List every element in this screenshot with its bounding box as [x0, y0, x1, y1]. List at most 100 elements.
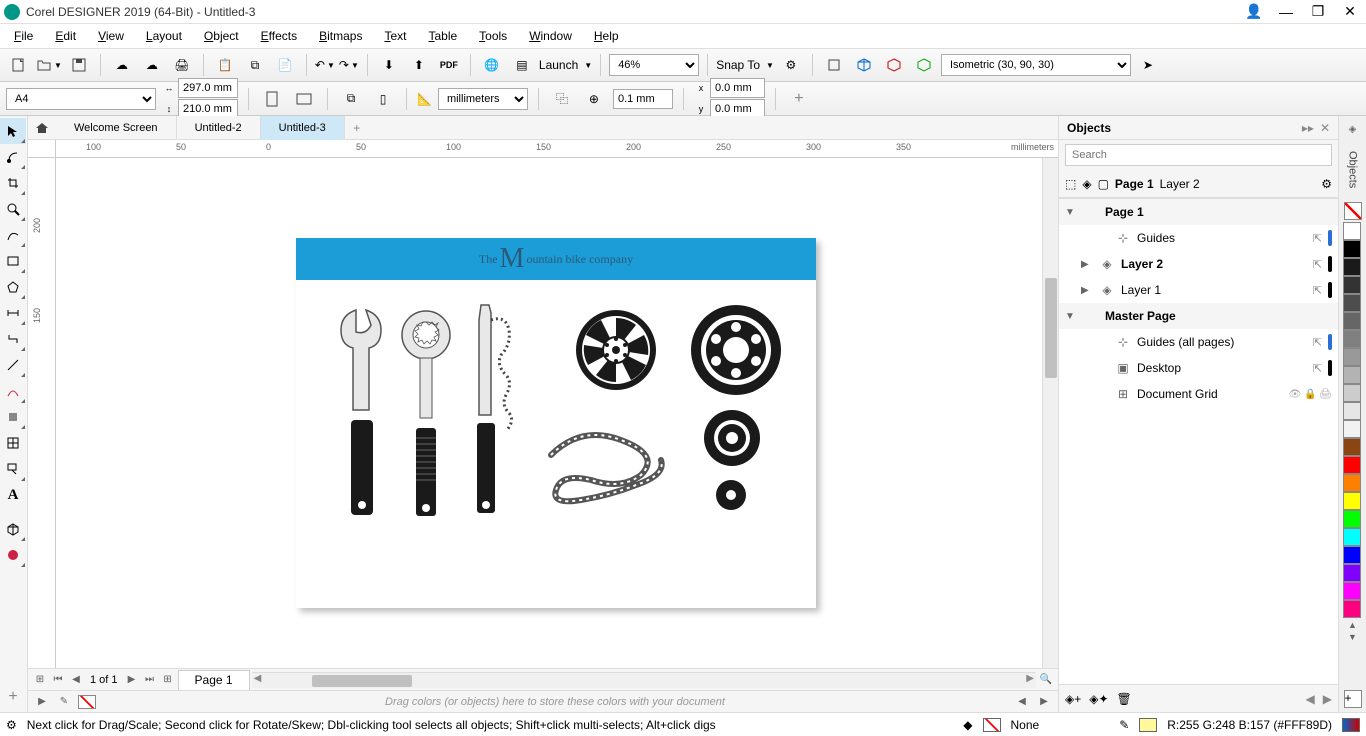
- toggle-button[interactable]: ▤: [509, 52, 535, 78]
- color-swatch[interactable]: [1343, 600, 1361, 618]
- cursor-icon[interactable]: ➤: [1135, 52, 1161, 78]
- crop-tool[interactable]: [0, 170, 26, 196]
- vertical-scrollbar[interactable]: [1042, 158, 1058, 668]
- menu-view[interactable]: View: [88, 27, 134, 45]
- dup-x-input[interactable]: [710, 78, 765, 98]
- no-color-swatch[interactable]: [78, 695, 96, 709]
- menu-edit[interactable]: Edit: [45, 27, 86, 45]
- color-swatch[interactable]: [1343, 240, 1361, 258]
- export-button[interactable]: ⬆: [406, 52, 432, 78]
- new-layer-button[interactable]: ◈+: [1065, 692, 1081, 706]
- menu-layout[interactable]: Layout: [136, 27, 192, 45]
- undo-button[interactable]: ↶▼: [315, 58, 335, 72]
- breadcrumb-layer[interactable]: Layer 2: [1160, 177, 1200, 191]
- paste-button[interactable]: 📄: [272, 52, 298, 78]
- shape-tool[interactable]: [0, 144, 26, 170]
- line-tool[interactable]: [0, 352, 26, 378]
- user-icon[interactable]: 👤: [1242, 2, 1266, 22]
- tree-item[interactable]: ▶◈Layer 1⇱: [1059, 277, 1338, 303]
- launch-dropdown[interactable]: Launch ▼: [539, 58, 592, 72]
- options-button[interactable]: ⚙: [778, 52, 804, 78]
- menu-window[interactable]: Window: [519, 27, 582, 45]
- rectangle-tool[interactable]: [0, 248, 26, 274]
- docker-collapse-button[interactable]: ▸▸: [1302, 121, 1314, 135]
- color-swatch[interactable]: [1343, 348, 1361, 366]
- tree-item[interactable]: ⊞Document Grid👁 🔒 🖨: [1059, 381, 1338, 407]
- docker-close-button[interactable]: ✕: [1320, 121, 1330, 135]
- connector-tool[interactable]: [0, 326, 26, 352]
- palette-prev-button[interactable]: ◀: [1014, 694, 1030, 710]
- page-artboard[interactable]: The M ountain bike company: [296, 238, 816, 608]
- page-size-select[interactable]: A4: [6, 88, 156, 110]
- canvas[interactable]: The M ountain bike company: [56, 158, 1058, 668]
- page-tab[interactable]: Page 1: [178, 670, 250, 690]
- zoom-fit-button[interactable]: 🔍: [1038, 672, 1054, 688]
- minimize-button[interactable]: —: [1274, 2, 1298, 22]
- layers-icon[interactable]: ◈: [1082, 177, 1091, 191]
- current-page-button[interactable]: ▯: [370, 86, 396, 112]
- color-swatch[interactable]: [1343, 420, 1361, 438]
- polygon-tool[interactable]: [0, 274, 26, 300]
- color-swatch[interactable]: [1343, 366, 1361, 384]
- new-button[interactable]: [6, 52, 32, 78]
- callout-tool[interactable]: [0, 456, 26, 482]
- menu-effects[interactable]: Effects: [251, 27, 307, 45]
- freehand-tool[interactable]: [0, 222, 26, 248]
- objects-tab[interactable]: Objects: [1340, 140, 1366, 200]
- cube2-icon[interactable]: [881, 52, 907, 78]
- ruler-corner[interactable]: [28, 140, 56, 158]
- color-swatch[interactable]: [1343, 312, 1361, 330]
- add-tool-button[interactable]: +: [0, 684, 26, 710]
- tree-item[interactable]: ⊹Guides (all pages)⇱: [1059, 329, 1338, 355]
- fill-tool[interactable]: [0, 404, 26, 430]
- 3d-tool[interactable]: [0, 516, 26, 542]
- last-page-button[interactable]: ⏭: [142, 672, 158, 688]
- palette-scroll-up[interactable]: ▲: [1348, 620, 1357, 630]
- palette-flyout-button[interactable]: ◈: [1343, 120, 1363, 138]
- horizontal-ruler[interactable]: millimeters 10050050100150200250300350: [56, 140, 1058, 158]
- clipboard-button[interactable]: 📋: [212, 52, 238, 78]
- doc-tab[interactable]: Untitled-3: [261, 116, 345, 140]
- palette-scroll-down[interactable]: ▼: [1348, 632, 1357, 642]
- color-swatch[interactable]: [1343, 222, 1361, 240]
- palette-next-button[interactable]: ▶: [1036, 694, 1052, 710]
- fill-none-swatch[interactable]: [983, 718, 1001, 732]
- doc-tab[interactable]: Welcome Screen: [56, 116, 177, 140]
- copy-button[interactable]: ⧉: [242, 52, 268, 78]
- next-page-button[interactable]: ▶: [124, 672, 140, 688]
- horizontal-scrollbar[interactable]: ◀ ▶: [252, 672, 1036, 688]
- objects-search-input[interactable]: [1065, 144, 1332, 166]
- redo-button[interactable]: ↷▼: [339, 58, 359, 72]
- tree-group[interactable]: ▼Master Page: [1059, 303, 1338, 329]
- color-swatch[interactable]: [1343, 402, 1361, 420]
- home-button[interactable]: [28, 116, 56, 140]
- menu-help[interactable]: Help: [584, 27, 629, 45]
- tree-item[interactable]: ▶◈Layer 2⇱: [1059, 251, 1338, 277]
- cloud-up-button[interactable]: ☁: [109, 52, 135, 78]
- dimension-tool[interactable]: [0, 300, 26, 326]
- add-button[interactable]: +: [786, 86, 812, 112]
- color-swatch[interactable]: [1343, 582, 1361, 600]
- fill-icon[interactable]: ◆: [963, 718, 972, 732]
- color-swatch[interactable]: [1343, 330, 1361, 348]
- print-button[interactable]: 🖨: [169, 52, 195, 78]
- breadcrumb-page[interactable]: Page 1: [1115, 177, 1154, 191]
- effect-tool[interactable]: [0, 542, 26, 568]
- pick-tool[interactable]: [0, 118, 26, 144]
- color-proof-button[interactable]: [1342, 718, 1360, 732]
- dup-button[interactable]: ⿻: [549, 86, 575, 112]
- pdf-button[interactable]: PDF: [436, 52, 462, 78]
- strip-add-swatch[interactable]: +: [1344, 690, 1362, 708]
- ruler-button[interactable]: 📐: [417, 92, 432, 106]
- page-width-input[interactable]: [178, 78, 238, 98]
- tree-item[interactable]: ⊹Guides⇱: [1059, 225, 1338, 251]
- color-swatch[interactable]: [1343, 438, 1361, 456]
- curve-tool[interactable]: [0, 378, 26, 404]
- tree-group[interactable]: ▼Page 1: [1059, 199, 1338, 225]
- color-swatch[interactable]: [1343, 456, 1361, 474]
- menu-object[interactable]: Object: [194, 27, 249, 45]
- cube3-icon[interactable]: [911, 52, 937, 78]
- view-mode-button[interactable]: ⬚: [1065, 177, 1076, 191]
- prev-page-button[interactable]: ◀: [68, 672, 84, 688]
- restore-button[interactable]: ❐: [1306, 2, 1330, 22]
